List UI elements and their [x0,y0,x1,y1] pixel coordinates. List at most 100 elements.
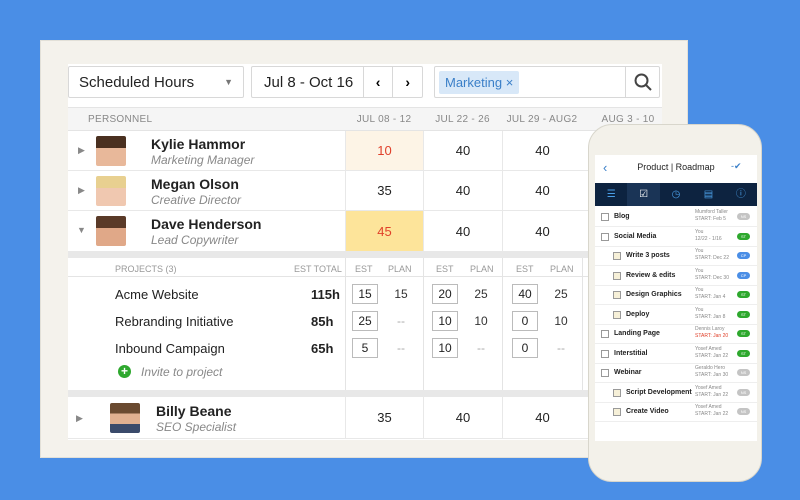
status-badge: ST [737,232,750,240]
task-item[interactable]: Interstitial Yosef Amed START: Jan 22 ST [595,345,757,364]
project-name[interactable]: Rebranding Initiative [115,314,234,329]
est-input[interactable]: 0 [512,338,538,358]
est-input[interactable]: 15 [352,284,378,304]
comments-icon[interactable]: ☰ [595,183,627,206]
expand-arrow-icon[interactable]: ▶ [78,185,85,196]
est-input[interactable]: 20 [432,284,458,304]
task-date: START: Jan 30 [695,372,729,378]
search-button[interactable] [625,67,659,97]
timer-icon[interactable]: ◷ [660,183,692,206]
task-item[interactable]: Blog Mumford Taller START: Feb 5 NS [595,208,757,227]
task-label: Write 3 posts [626,252,670,259]
project-est-total: 65h [311,341,334,356]
project-name[interactable]: Inbound Campaign [115,341,225,356]
person-name: Kylie Hammor [151,136,246,152]
task-date: START: Jan 22 [695,391,729,398]
task-item[interactable]: Landing Page Dennis Laroy START: Jan 20 S… [595,325,757,344]
plan-value: 10 [554,314,568,328]
hours-cell[interactable]: 40 [502,171,582,210]
person-name: Dave Henderson [151,216,262,232]
hours-cell[interactable]: 10 [345,131,423,170]
week-header: JUL 08 - 12 [356,114,412,125]
task-item[interactable]: Review & edits You START: Dec 30 CP [595,267,757,286]
expand-arrow-icon[interactable]: ▶ [78,145,85,156]
plan-header: PLAN [470,264,494,274]
search-icon [634,73,652,91]
est-input[interactable]: 0 [512,311,538,331]
plan-value: 25 [554,287,568,301]
date-range-label[interactable]: Jul 8 - Oct 16 [252,74,363,91]
document-icon[interactable]: ▤ [692,183,724,206]
status-badge: NS [737,213,750,220]
tasks-icon[interactable]: ☑ [627,183,660,206]
scheduler-panel: Scheduled Hours ▼ Jul 8 - Oct 16 ‹ › Mar… [68,64,662,440]
est-total-header: EST TOTAL [294,264,342,274]
task-item[interactable]: Create Video Yosef Amed START: Jan 22 NS [595,403,757,422]
hours-cell[interactable]: 40 [423,171,502,210]
filter-search-box[interactable]: Marketing × [434,66,660,98]
hours-cell[interactable]: 40 [502,397,582,438]
est-input[interactable]: 5 [352,338,378,358]
person-row[interactable]: ▶ Billy Beane SEO Specialist 35 40 40 [68,397,662,439]
task-meta: Yosef Amed START: Jan 22 [695,404,728,418]
task-item[interactable]: Deploy You START: Jan 8 ST [595,306,757,325]
task-icon [613,310,621,319]
filter-tag-label: Marketing [445,74,503,90]
person-row[interactable]: ▶ Megan Olson Creative Director 35 40 40 [68,171,662,211]
task-date: START: Jan 20 [695,333,729,339]
task-item[interactable]: Write 3 posts You START: Dec 22 CP [595,247,757,266]
view-select[interactable]: Scheduled Hours ▼ [68,66,244,98]
prev-range-button[interactable]: ‹ [362,67,393,97]
remove-tag-icon[interactable]: × [506,75,514,90]
hours-cell[interactable]: 40 [423,131,502,170]
hours-cell[interactable]: 45 [345,211,423,251]
project-name[interactable]: Acme Website [115,287,199,302]
task-date: START: Jan 8 [695,313,726,320]
check-icon[interactable]: -✔ [731,161,742,172]
folder-icon [601,330,609,338]
person-row[interactable]: ▼ Dave Henderson Lead Copywriter 45 40 4… [68,211,662,252]
invite-to-project-link[interactable]: Invite to project [141,365,222,379]
task-date: START: Jan 22 [695,352,729,359]
info-icon[interactable]: ⓘ [725,183,757,206]
est-input[interactable]: 10 [432,311,458,331]
task-date: 12/22 - 1/16 [695,235,722,242]
task-meta: Geraldo Hero START: Jan 30 [695,365,728,379]
person-row[interactable]: ▶ Kylie Hammor Marketing Manager 10 40 4… [68,131,662,171]
hours-cell[interactable]: 40 [502,131,582,170]
status-badge: CP [737,271,750,279]
person-role: Creative Director [151,193,242,207]
person-role: Marketing Manager [151,153,255,167]
hours-cell[interactable]: 40 [502,211,582,251]
status-badge: ST [737,291,750,298]
status-badge: ST [737,310,750,318]
plan-value: 25 [474,287,488,301]
task-item[interactable]: Webinar Geraldo Hero START: Jan 30 NS [595,364,757,383]
person-role: SEO Specialist [156,420,237,434]
collapse-arrow-icon[interactable]: ▼ [77,225,86,235]
task-icon [613,271,621,280]
est-input[interactable]: 10 [432,338,458,358]
task-item[interactable]: Design Graphics You START: Jan 4 ST [595,286,757,305]
task-item[interactable]: Script Development Yosef Amed START: Jan … [595,384,757,403]
projects-section: PROJECTS (3) EST TOTAL EST PLAN EST PLAN… [68,258,662,390]
task-item[interactable]: Social Media You 12/22 - 1/16 ST [595,228,757,247]
plan-header: PLAN [550,264,574,274]
hours-cell[interactable]: 35 [345,397,423,438]
hours-cell[interactable]: 40 [423,397,502,438]
est-header: EST [355,264,373,274]
task-date: START: Feb 5 [695,216,726,222]
add-icon[interactable]: + [118,365,131,378]
hours-cell[interactable]: 35 [345,171,423,210]
est-input[interactable]: 40 [512,284,538,304]
avatar [96,176,126,206]
est-input[interactable]: 25 [352,311,378,331]
hours-cell[interactable]: 40 [423,211,502,251]
week-header: JUL 22 - 26 [435,114,490,125]
status-badge: ST [737,349,750,357]
next-range-button[interactable]: › [392,67,422,97]
expand-arrow-icon[interactable]: ▶ [76,413,83,424]
task-icon [613,388,621,397]
person-name: Megan Olson [151,176,239,192]
phone-mockup: ‹ Product | Roadmap -✔ ☰ ☑ ◷ ▤ ⓘ Blog Mu… [588,124,762,482]
